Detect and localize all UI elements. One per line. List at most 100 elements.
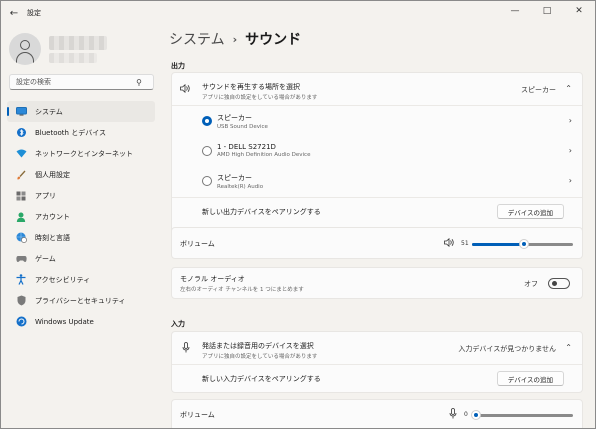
input-volume-slider-thumb[interactable] <box>471 410 481 420</box>
user-name-redacted <box>49 35 107 50</box>
sidebar-item-label: 時刻と言語 <box>35 233 70 242</box>
sidebar-item-accessibility[interactable]: アクセシビリティ <box>7 269 155 290</box>
globe-clock-icon <box>15 232 27 244</box>
account-icon <box>15 211 27 223</box>
window-controls: — □ ✕ <box>499 1 595 21</box>
output-volume-value: 51 <box>461 240 469 247</box>
microphone-icon <box>182 342 190 356</box>
speaker-icon <box>180 83 191 96</box>
monitor-icon <box>15 106 27 118</box>
volume-speaker-icon[interactable] <box>444 237 455 249</box>
settings-window: ← 設定 — □ ✕ ⚲ <box>0 0 596 429</box>
chevron-up-icon[interactable]: ⌃ <box>565 84 572 93</box>
output-device-card: サウンドを再生する場所を選択 アプリに独自の設定をしている場合があります スピー… <box>171 72 583 251</box>
output-device-row[interactable]: スピーカー Realtek(R) Audio › <box>172 166 582 196</box>
user-profile[interactable] <box>9 33 107 65</box>
input-section-title: 入力 <box>171 320 185 328</box>
sidebar-item-label: Bluetooth とデバイス <box>35 128 106 137</box>
output-selected-value: スピーカー <box>521 86 556 94</box>
input-device-card: 発話または録音用のデバイスを選択 アプリに独自の設定をしている場合があります 入… <box>171 331 583 393</box>
mono-audio-toggle[interactable] <box>548 278 570 289</box>
app-title: 設定 <box>27 9 41 17</box>
sidebar-item-gaming[interactable]: ゲーム <box>7 248 155 269</box>
device-name: スピーカー <box>217 174 252 182</box>
sidebar-item-personalization[interactable]: 個人用設定 <box>7 164 155 185</box>
sidebar-item-bluetooth[interactable]: Bluetooth とデバイス <box>7 122 155 143</box>
gamepad-icon <box>15 253 27 265</box>
sidebar-nav: システム Bluetooth とデバイス ネットワークとインターネット 個人用設… <box>1 101 161 332</box>
device-name: 1 - DELL S2721D <box>217 143 276 151</box>
add-input-device-button[interactable]: デバイスの追加 <box>496 371 564 386</box>
sidebar-item-label: アカウント <box>35 212 70 221</box>
sidebar: ⚲ システム Bluetooth とデバイス ネットワークとインターネット <box>1 25 161 428</box>
add-output-device-button[interactable]: デバイスの追加 <box>496 204 564 219</box>
input-volume-card: ボリューム 0 <box>171 399 583 428</box>
mono-audio-state: オフ <box>524 280 538 288</box>
main-content: システム › サウンド 出力 サウンドを再生する場所を選択 アプリに独自の設定を… <box>161 25 595 428</box>
output-device-row[interactable]: スピーカー USB Sound Device › <box>172 106 582 136</box>
input-volume-label: ボリューム <box>180 411 215 419</box>
output-volume-slider-thumb[interactable] <box>519 239 529 249</box>
sidebar-item-label: 個人用設定 <box>35 170 70 179</box>
title-bar: ← 設定 — □ ✕ <box>1 1 595 25</box>
chevron-right-icon[interactable]: › <box>569 146 572 155</box>
apps-icon <box>15 190 27 202</box>
device-radio[interactable] <box>202 146 212 156</box>
maximize-icon[interactable]: □ <box>531 1 563 21</box>
sidebar-item-network[interactable]: ネットワークとインターネット <box>7 143 155 164</box>
output-pair-label: 新しい出力デバイスをペアリングする <box>202 208 321 216</box>
sidebar-item-label: ネットワークとインターネット <box>35 149 133 158</box>
sidebar-item-accounts[interactable]: アカウント <box>7 206 155 227</box>
input-volume-value: 0 <box>464 411 468 418</box>
bluetooth-icon <box>15 127 27 139</box>
sidebar-item-label: Windows Update <box>35 317 94 326</box>
update-icon <box>15 316 27 328</box>
input-select-title: 発話または録音用のデバイスを選択 <box>202 342 314 350</box>
mono-audio-title: モノラル オーディオ <box>180 275 245 283</box>
device-driver: USB Sound Device <box>217 124 268 130</box>
input-selected-value: 入力デバイスが見つかりません <box>458 345 556 353</box>
input-volume-slider[interactable] <box>471 410 573 420</box>
settings-search-box[interactable]: ⚲ <box>9 74 154 90</box>
breadcrumb-parent[interactable]: システム <box>169 29 225 49</box>
output-select-title: サウンドを再生する場所を選択 <box>202 83 300 91</box>
output-volume-slider[interactable] <box>472 239 573 249</box>
chevron-right-icon[interactable]: › <box>569 116 572 125</box>
output-section-title: 出力 <box>171 62 185 70</box>
input-select-subtitle: アプリに独自の設定をしている場合があります <box>202 354 318 360</box>
sidebar-item-label: ゲーム <box>35 254 56 263</box>
toggle-knob <box>552 281 557 286</box>
brush-icon <box>15 169 27 181</box>
sidebar-item-privacy-security[interactable]: プライバシーとセキュリティ <box>7 290 155 311</box>
search-input[interactable] <box>10 78 132 86</box>
output-pair-row: 新しい出力デバイスをペアリングする デバイスの追加 <box>172 198 582 226</box>
back-arrow-icon[interactable]: ← <box>7 6 21 20</box>
sidebar-item-time-language[interactable]: 時刻と言語 <box>7 227 155 248</box>
minimize-icon[interactable]: — <box>499 1 531 21</box>
chevron-right-icon[interactable]: › <box>569 176 572 185</box>
breadcrumb-separator: › <box>232 32 238 46</box>
accessibility-icon <box>15 274 27 286</box>
breadcrumb: システム › サウンド <box>169 29 301 49</box>
output-device-row[interactable]: 1 - DELL S2721D AMD High Definition Audi… <box>172 136 582 166</box>
sidebar-item-system[interactable]: システム <box>7 101 155 122</box>
close-icon[interactable]: ✕ <box>563 1 595 21</box>
device-radio-selected[interactable] <box>202 116 212 126</box>
input-select-row[interactable]: 発話または録音用のデバイスを選択 アプリに独自の設定をしている場合があります 入… <box>172 332 582 364</box>
input-pair-row: 新しい入力デバイスをペアリングする デバイスの追加 <box>172 365 582 393</box>
sidebar-item-apps[interactable]: アプリ <box>7 185 155 206</box>
output-select-row[interactable]: サウンドを再生する場所を選択 アプリに独自の設定をしている場合があります スピー… <box>172 73 582 105</box>
avatar[interactable] <box>9 33 41 65</box>
volume-microphone-icon <box>449 408 457 421</box>
user-email-redacted <box>49 52 97 63</box>
device-driver: Realtek(R) Audio <box>217 184 264 190</box>
page-title: サウンド <box>245 32 302 48</box>
wifi-icon <box>15 148 27 160</box>
device-radio[interactable] <box>202 176 212 186</box>
sidebar-item-windows-update[interactable]: Windows Update <box>7 311 155 332</box>
mono-audio-card: モノラル オーディオ 左右のオーディオ チャンネルを 1 つにまとめます オフ <box>171 267 583 299</box>
device-driver: AMD High Definition Audio Device <box>217 152 311 158</box>
output-select-subtitle: アプリに独自の設定をしている場合があります <box>202 95 318 101</box>
search-icon[interactable]: ⚲ <box>136 78 142 87</box>
chevron-up-icon[interactable]: ⌃ <box>565 343 572 352</box>
